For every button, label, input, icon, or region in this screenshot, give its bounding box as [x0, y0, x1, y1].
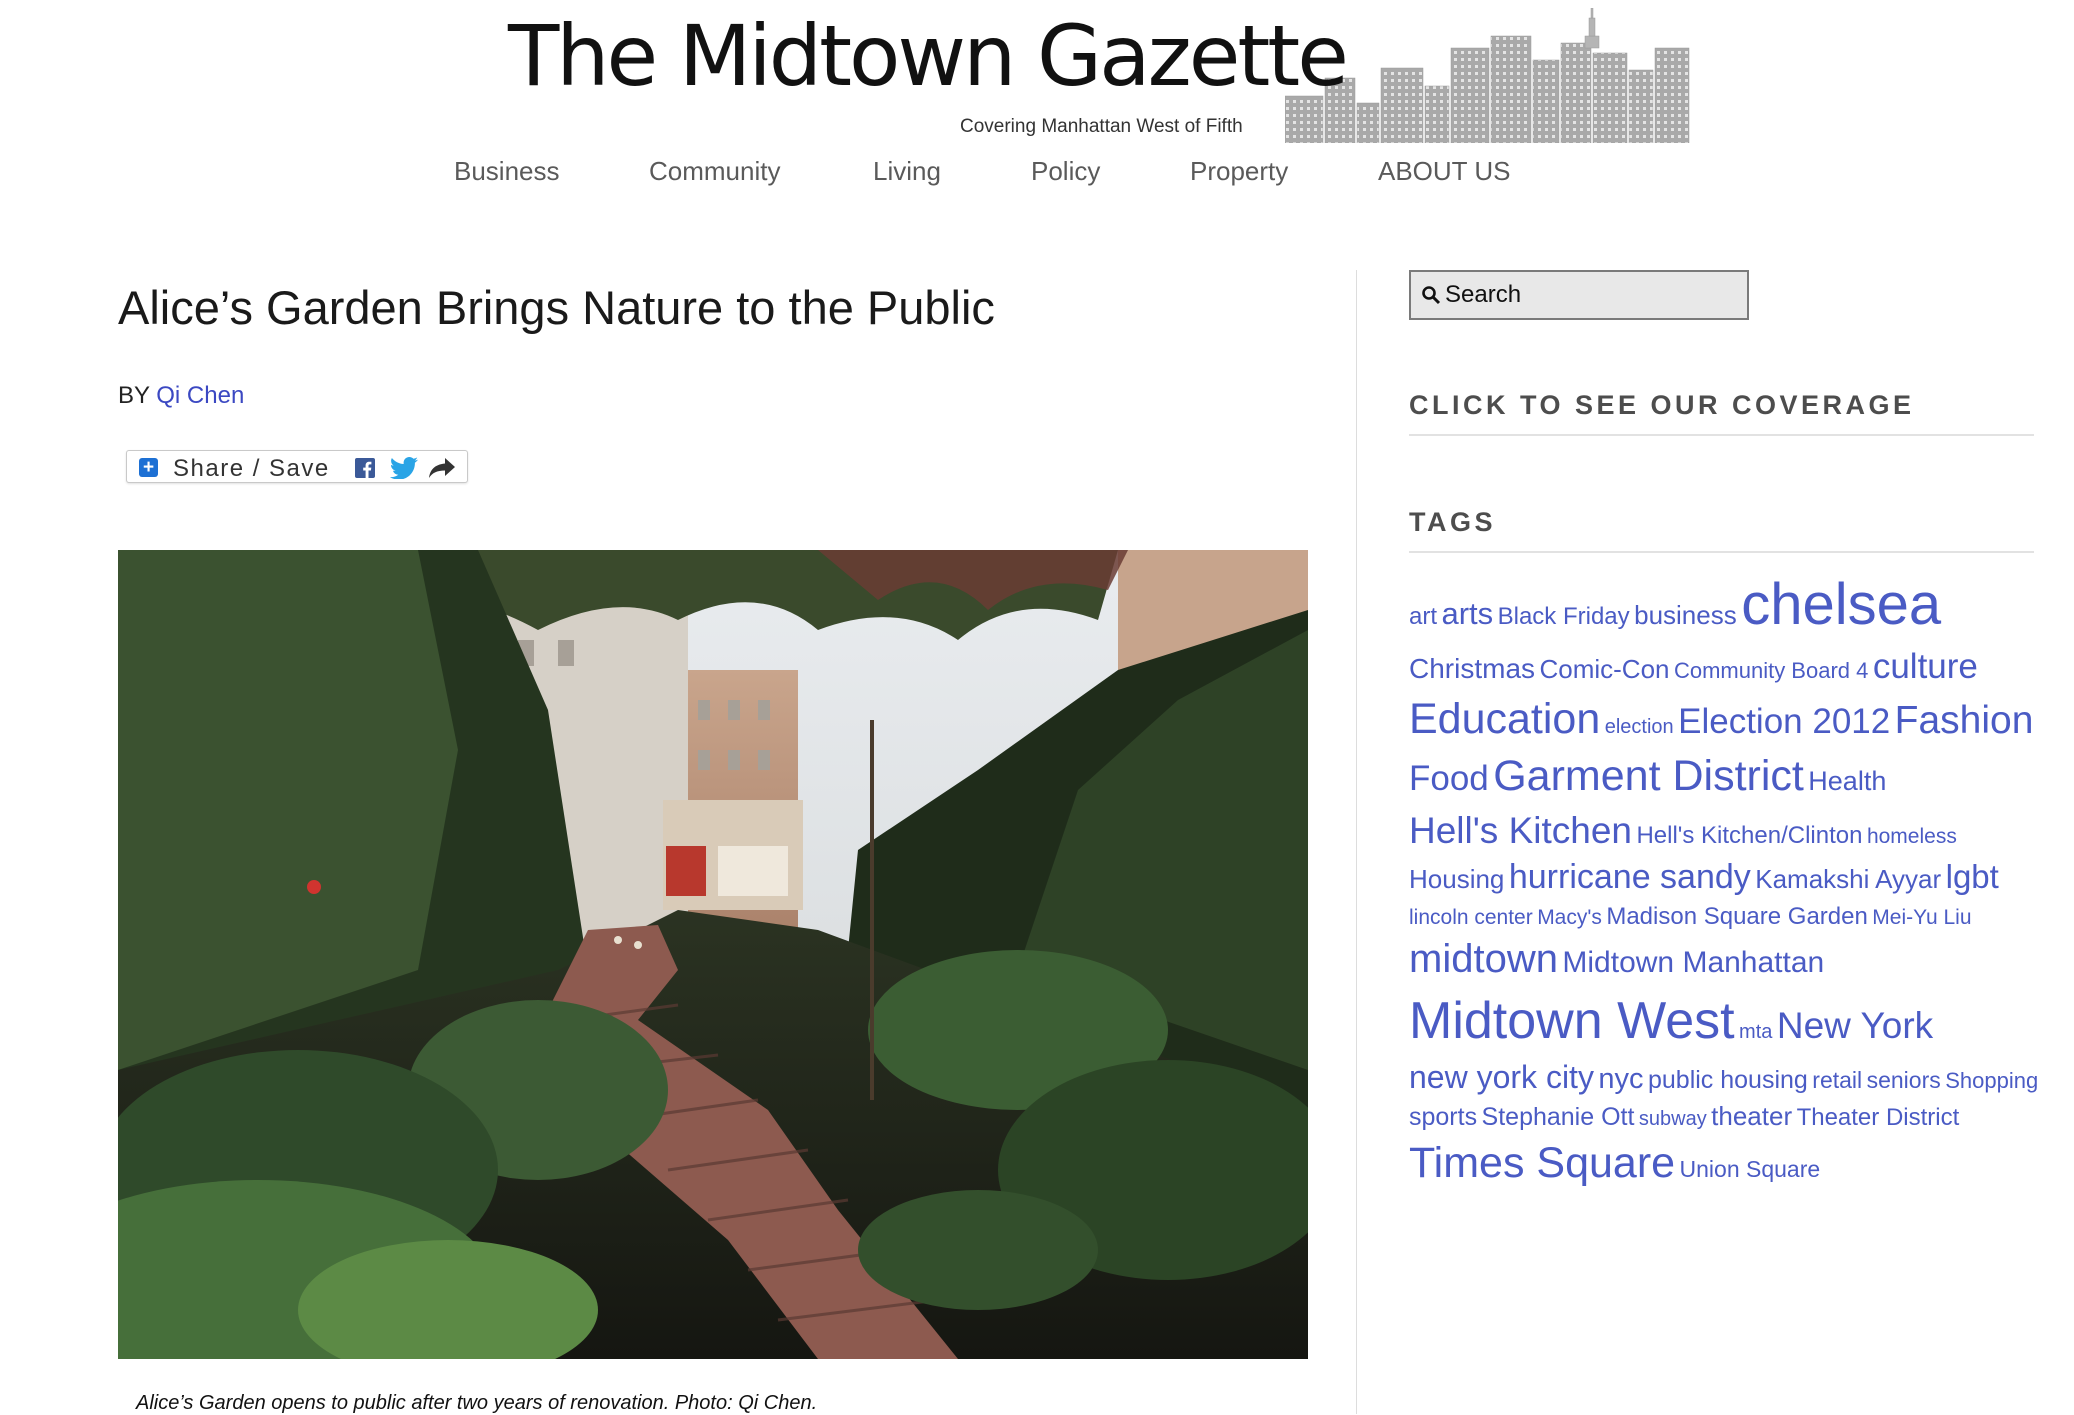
- plus-icon: +: [139, 458, 158, 477]
- tag-link[interactable]: election: [1605, 716, 1674, 738]
- tag-link[interactable]: Hell's Kitchen/Clinton: [1636, 822, 1862, 849]
- byline: BY Qi Chen: [118, 382, 244, 410]
- tag-link[interactable]: Fashion: [1895, 699, 2034, 742]
- tag-link[interactable]: Stephanie Ott: [1482, 1103, 1635, 1131]
- article-title: Alice’s Garden Brings Nature to the Publ…: [118, 281, 995, 334]
- coverage-divider: [1409, 434, 2034, 436]
- tag-link[interactable]: lincoln center: [1409, 906, 1533, 929]
- tag-link[interactable]: midtown: [1409, 937, 1558, 981]
- tag-link[interactable]: lgbt: [1946, 858, 1999, 895]
- tag-cloud: art arts Black Friday business chelsea C…: [1409, 566, 2049, 1192]
- nav-about-us[interactable]: ABOUT US: [1378, 156, 1510, 187]
- column-divider: [1356, 270, 1357, 1414]
- tag-link[interactable]: New York: [1777, 1005, 1933, 1046]
- garden-photo: [118, 550, 1308, 1359]
- tag-link[interactable]: Garment District: [1493, 752, 1804, 800]
- tag-link[interactable]: Housing: [1409, 864, 1504, 894]
- search-icon: [1422, 286, 1441, 305]
- nav-business[interactable]: Business: [454, 156, 560, 187]
- tag-link[interactable]: arts: [1441, 596, 1493, 631]
- skyline-logo-graphic: [1285, 8, 1690, 143]
- tag-link[interactable]: Midtown Manhattan: [1562, 946, 1824, 979]
- tag-link[interactable]: subway: [1639, 1108, 1707, 1130]
- share-arrow-icon[interactable]: [427, 456, 457, 480]
- tag-link[interactable]: Times Square: [1409, 1139, 1675, 1187]
- twitter-icon[interactable]: [389, 457, 419, 480]
- tag-link[interactable]: Union Square: [1680, 1156, 1821, 1182]
- search-box[interactable]: [1409, 270, 1749, 320]
- nav-community[interactable]: Community: [649, 156, 780, 187]
- tag-link[interactable]: Macy's: [1537, 906, 1602, 929]
- nav-policy[interactable]: Policy: [1031, 156, 1100, 187]
- tag-link[interactable]: Food: [1409, 759, 1489, 798]
- tag-link[interactable]: sports: [1409, 1103, 1477, 1131]
- share-save-label: Share / Save: [173, 455, 330, 482]
- tag-link[interactable]: Election 2012: [1678, 702, 1890, 741]
- tag-link[interactable]: business: [1634, 600, 1737, 630]
- share-save-button[interactable]: + Share / Save: [126, 450, 468, 483]
- tag-link[interactable]: homeless: [1867, 825, 1957, 848]
- main-nav: Business Community Living Policy Propert…: [0, 156, 2074, 192]
- nav-living[interactable]: Living: [873, 156, 941, 187]
- tag-link[interactable]: retail: [1812, 1067, 1862, 1093]
- site-tagline: Covering Manhattan West of Fifth: [958, 116, 1245, 138]
- tag-link[interactable]: chelsea: [1741, 572, 1941, 637]
- tag-link[interactable]: culture: [1873, 647, 1978, 686]
- nav-property[interactable]: Property: [1190, 156, 1288, 187]
- tag-link[interactable]: mta: [1739, 1021, 1772, 1043]
- tag-link[interactable]: Kamakshi Ayyar: [1755, 864, 1941, 894]
- tag-link[interactable]: Comic-Con: [1539, 654, 1669, 684]
- tag-link[interactable]: seniors: [1867, 1067, 1941, 1093]
- search-input[interactable]: [1445, 272, 1735, 318]
- tag-link[interactable]: Community Board 4: [1674, 658, 1868, 683]
- tag-link[interactable]: nyc: [1598, 1063, 1643, 1095]
- tags-heading: TAGS: [1409, 507, 1496, 537]
- tag-link[interactable]: new york city: [1409, 1059, 1594, 1095]
- tag-link[interactable]: hurricane sandy: [1509, 858, 1751, 896]
- tag-link[interactable]: Health: [1808, 766, 1886, 796]
- site-logo-title[interactable]: The Midtown Gazette: [508, 14, 1349, 98]
- tag-link[interactable]: Mei-Yu Liu: [1872, 906, 1971, 929]
- tag-link[interactable]: Midtown West: [1409, 992, 1735, 1050]
- tag-link[interactable]: Theater District: [1797, 1104, 1960, 1131]
- author-link[interactable]: Qi Chen: [156, 382, 244, 409]
- tag-link[interactable]: Education: [1409, 695, 1600, 743]
- tag-link[interactable]: Black Friday: [1498, 603, 1630, 630]
- coverage-heading[interactable]: CLICK TO SEE OUR COVERAGE: [1409, 390, 1915, 421]
- tag-link[interactable]: Madison Square Garden: [1606, 903, 1868, 930]
- tag-link[interactable]: public housing: [1648, 1066, 1808, 1094]
- tags-divider: [1409, 551, 2034, 553]
- masthead: The Midtown Gazette Covering Manhattan W…: [0, 0, 2074, 186]
- byline-prefix: BY: [118, 382, 150, 409]
- tag-link[interactable]: Shopping: [1945, 1068, 2038, 1093]
- tag-link[interactable]: theater: [1711, 1101, 1792, 1131]
- photo-caption: Alice’s Garden opens to public after two…: [136, 1392, 818, 1414]
- tag-link[interactable]: Christmas: [1409, 653, 1535, 684]
- tag-link[interactable]: Hell's Kitchen: [1409, 810, 1632, 851]
- facebook-icon[interactable]: [355, 458, 375, 478]
- tag-link[interactable]: art: [1409, 603, 1437, 630]
